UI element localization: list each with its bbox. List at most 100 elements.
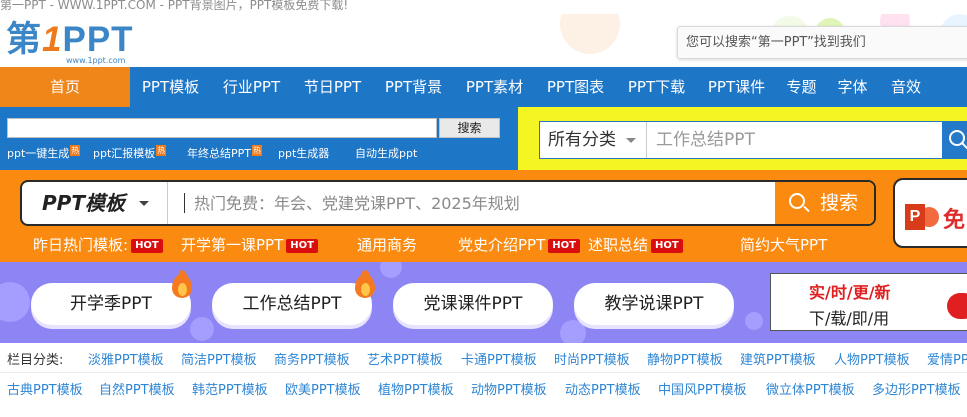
hot-template-link[interactable]: 党史介绍PPT HOT (458, 234, 580, 255)
category-search-box: 所有分类 (539, 121, 967, 159)
logo-wordmark: 第1PPT (6, 20, 134, 60)
divider (0, 372, 967, 373)
promo-card[interactable]: 实/时/更/新 下/载/即/用 (770, 273, 967, 331)
powerpoint-icon: P (905, 204, 939, 230)
nav-item[interactable]: PPT模板 (130, 67, 211, 107)
topic-pills-band: 实/时/更/新 下/载/即/用 开学季PPT 工作总结PPT 党课课件PPT 教学说课… (0, 262, 967, 343)
category-link[interactable]: 多边形PPT模板 (872, 381, 961, 401)
hot-tag: HOT (286, 239, 318, 253)
nav-item[interactable]: PPT图表 (535, 67, 616, 107)
category-link[interactable]: 时尚PPT模板 (554, 351, 630, 371)
site-header: 第1PPT www.1ppt.com (0, 14, 967, 67)
decor-circle (190, 317, 214, 341)
hot-template-link[interactable]: 通用商务 (357, 234, 417, 255)
logo-number: 1 (42, 20, 63, 59)
category-search-button[interactable] (942, 121, 967, 159)
hot-link-label: 年终总结PPT (187, 147, 251, 160)
category-link[interactable]: 静物PPT模板 (647, 351, 723, 371)
nav-item[interactable]: 行业PPT (211, 67, 292, 107)
hot-link[interactable]: ppt一键生成热 (7, 145, 81, 161)
search-icon (949, 130, 967, 150)
category-link[interactable]: 韩范PPT模板 (192, 381, 268, 401)
category-link[interactable]: 古典PPT模板 (7, 381, 83, 401)
category-link[interactable]: 欧美PPT模板 (285, 381, 361, 401)
topic-pill[interactable]: 教学说课PPT (574, 283, 734, 325)
header-search-input[interactable] (678, 27, 967, 58)
ppt-free-card-text: 免 (943, 208, 966, 233)
hot-link[interactable]: 年终总结PPT 热 (187, 145, 262, 161)
nav-item[interactable]: 音效 (878, 67, 934, 107)
hero-search-input[interactable] (194, 182, 774, 224)
hot-link[interactable]: ppt生成器 (278, 145, 329, 161)
hero-search-button[interactable]: 搜索 (775, 182, 874, 224)
category-link[interactable]: 动态PPT模板 (565, 381, 641, 401)
category-link[interactable]: 艺术PPT模板 (367, 351, 443, 371)
hot-templates-label: 昨日热门模板: HOT (33, 234, 163, 255)
category-link[interactable]: 淡雅PPT模板 (88, 351, 164, 371)
mini-search-button[interactable]: 搜索 (439, 118, 500, 138)
category-link[interactable]: 卡通PPT模板 (461, 351, 537, 371)
hot-template-label: 通用商务 (357, 236, 418, 254)
hot-template-link[interactable]: 简约大气PPT (740, 234, 827, 255)
category-link[interactable]: 自然PPT模板 (99, 381, 175, 401)
mini-search-input[interactable] (7, 118, 437, 138)
nav-item[interactable]: 首页 (0, 67, 130, 107)
nav-item[interactable]: PPT背景 (373, 67, 454, 107)
nav-item[interactable]: PPT素材 (454, 67, 535, 107)
hot-template-link[interactable]: 述职总结 HOT (588, 234, 683, 255)
decor-circle (745, 312, 763, 330)
chevron-down-icon (139, 201, 149, 206)
promo-line1: 实/时/更/新 (809, 283, 891, 302)
topic-pill[interactable]: 开学季PPT (31, 283, 191, 325)
hero-category-value: PPT模板 (42, 191, 125, 215)
topic-pill[interactable]: 党课课件PPT (393, 283, 553, 325)
hot-template-label: 开学第一课PPT (181, 236, 284, 254)
hot-template-link[interactable]: 开学第一课PPT HOT (181, 234, 318, 255)
mini-search-panel: 搜索 ppt一键生成热 ppt汇报模板热 年终总结PPT 热 ppt生成器 自动生成ppt (0, 107, 518, 170)
window-title: 第一PPT - WWW.1PPT.COM - PPT背景图片，PPT模板免费下载… (0, 0, 967, 14)
hot-tag: HOT (131, 239, 163, 253)
category-link[interactable]: 商务PPT模板 (274, 351, 350, 371)
category-label: 栏目分类: (7, 353, 64, 368)
category-link[interactable]: 简洁PPT模板 (181, 351, 257, 371)
category-section: 栏目分类: 淡雅PPT模板 简洁PPT模板 商务PPT模板 艺术PPT模板 卡通PPT模… (0, 343, 967, 417)
hero-category-select[interactable]: PPT模板 (22, 182, 168, 224)
nav-item[interactable]: 字体 (827, 67, 878, 107)
ppt-free-card[interactable]: P 免 (893, 178, 967, 248)
header-search-box[interactable] (677, 26, 967, 59)
hot-template-label: 简约大气PPT (740, 236, 828, 254)
nav-item[interactable]: 专题 (776, 67, 827, 107)
category-link[interactable]: 人物PPT模板 (834, 351, 910, 371)
text-cursor (184, 193, 185, 213)
decor-circle (560, 14, 620, 54)
category-row-1: 栏目分类: 淡雅PPT模板 简洁PPT模板 商务PPT模板 艺术PPT模板 卡通PPT模… (7, 351, 967, 371)
hot-link[interactable]: 自动生成ppt (355, 145, 417, 161)
hero-search-band: PPT模板 搜索 P 免 昨日热门模板:HOT开学第一课PPTHOT通用商务党史… (0, 170, 967, 262)
category-search-input[interactable] (656, 122, 936, 158)
decor-circle (380, 262, 402, 278)
hot-link-label: ppt汇报模板 (93, 147, 156, 160)
category-search-panel: 所有分类 (518, 107, 967, 170)
category-link[interactable]: 建筑PPT模板 (740, 351, 816, 371)
nav-item[interactable]: 节日PPT (292, 67, 373, 107)
category-select[interactable]: 所有分类 (540, 122, 647, 158)
hot-link[interactable]: ppt汇报模板热 (93, 145, 167, 161)
category-link[interactable]: 植物PPT模板 (378, 381, 454, 401)
category-link[interactable]: 动物PPT模板 (471, 381, 547, 401)
category-link[interactable]: 微立体PPT模板 (766, 381, 855, 401)
hot-template-label: 党史介绍PPT (458, 236, 546, 254)
category-link[interactable]: 爱情PPT (927, 351, 967, 371)
page: 第一PPT - WWW.1PPT.COM - PPT背景图片，PPT模板免费下载… (0, 0, 967, 417)
hot-link-label: ppt生成器 (278, 147, 330, 160)
promo-badge (947, 293, 967, 319)
nav-item[interactable]: PPT下载 (616, 67, 697, 107)
decor-circle (0, 282, 30, 322)
category-link[interactable]: 中国风PPT模板 (658, 381, 747, 401)
flame-icon (172, 268, 192, 298)
logo-ppt: PPT (62, 20, 134, 59)
search-icon (789, 193, 805, 209)
main-nav: 首页 PPT模板 行业PPT 节日PPT PPT背景 PPT素材 PPT图表 PPT下载 PPT… (0, 67, 967, 107)
nav-item[interactable]: PPT课件 (697, 67, 776, 107)
topic-pill[interactable]: 工作总结PPT (212, 283, 372, 325)
promo-line2: 下/载/即/用 (809, 309, 890, 328)
